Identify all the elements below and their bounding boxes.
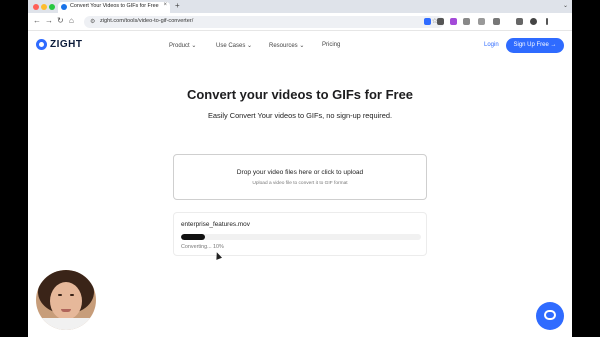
zight-favicon-icon xyxy=(61,4,67,10)
presenter-shirt xyxy=(36,318,96,330)
presenter-eye xyxy=(70,294,74,296)
chevron-down-icon: ⌄ xyxy=(247,43,253,49)
nav-product[interactable]: Product ⌄ xyxy=(169,42,196,49)
chevron-down-icon: ⌄ xyxy=(299,43,305,49)
file-name: enterprise_features.mov xyxy=(181,221,250,228)
tab-close-icon[interactable]: × xyxy=(163,2,167,8)
presenter-mouth xyxy=(61,309,71,312)
reload-icon[interactable]: ↻ xyxy=(57,16,64,25)
page-subtitle: Easily Convert Your videos to GIFs, no s… xyxy=(207,111,393,120)
tab-search-icon[interactable]: ⌄ xyxy=(563,2,568,9)
forward-icon[interactable]: → xyxy=(45,16,53,25)
sign-up-button[interactable]: Sign Up Free → xyxy=(506,38,564,53)
chat-bubble-icon xyxy=(544,310,556,320)
home-icon[interactable]: ⌂ xyxy=(69,16,74,25)
progress-fill xyxy=(181,234,205,240)
site-settings-icon[interactable]: ⚙ xyxy=(90,18,95,25)
webcam-bubble xyxy=(36,270,96,330)
dropzone-hint: Upload a video file to convert it to GIF… xyxy=(252,181,348,186)
nav-pricing[interactable]: Pricing xyxy=(322,42,340,48)
nav-resources[interactable]: Resources ⌄ xyxy=(269,42,304,49)
browser-tab[interactable]: Convert Your Videos to GIFs for Free × xyxy=(58,2,170,13)
login-link[interactable]: Login xyxy=(484,42,499,48)
chat-button[interactable] xyxy=(536,302,564,330)
minimize-window-icon[interactable] xyxy=(41,4,47,10)
side-panel-icon[interactable] xyxy=(493,18,500,25)
browser-menu-icon[interactable] xyxy=(546,18,548,25)
dropzone-title: Drop your video files here or click to u… xyxy=(236,169,364,176)
browser-window: Convert Your Videos to GIFs for Free × +… xyxy=(28,0,572,337)
back-icon[interactable]: ← xyxy=(33,16,41,25)
presenter-face xyxy=(50,282,82,320)
maximize-window-icon[interactable] xyxy=(49,4,55,10)
tab-title: Convert Your Videos to GIFs for Free xyxy=(70,3,159,9)
progress-bar xyxy=(181,234,421,240)
conversion-card: enterprise_features.mov Converting... 10… xyxy=(173,212,427,256)
site-header: ZIGHT Product ⌄ Use Cases ⌄ Resources ⌄ … xyxy=(28,31,572,59)
download-icon[interactable] xyxy=(516,18,523,25)
address-bar[interactable]: ⚙ zight.com/tools/video-to-gif-converter… xyxy=(84,16,444,28)
tab-bar: Convert Your Videos to GIFs for Free × +… xyxy=(28,0,572,13)
profile-avatar-icon[interactable] xyxy=(530,18,537,25)
close-window-icon[interactable] xyxy=(33,4,39,10)
extension-zight-icon[interactable] xyxy=(424,18,431,25)
url-text[interactable]: zight.com/tools/video-to-gif-converter/ xyxy=(100,18,193,24)
zight-logo-icon xyxy=(36,39,47,50)
extension-icon[interactable] xyxy=(437,18,444,25)
browser-toolbar: ← → ↻ ⌂ ⚙ zight.com/tools/video-to-gif-c… xyxy=(28,13,572,31)
upload-dropzone[interactable]: Drop your video files here or click to u… xyxy=(173,154,427,200)
chevron-down-icon: ⌄ xyxy=(191,43,197,49)
nav-use-cases[interactable]: Use Cases ⌄ xyxy=(216,42,252,49)
progress-status: Converting... 10% xyxy=(181,244,224,250)
extension-icon[interactable] xyxy=(463,18,470,25)
presenter-eye xyxy=(58,294,62,296)
zight-logo[interactable]: ZIGHT xyxy=(36,39,83,50)
extensions-puzzle-icon[interactable] xyxy=(478,18,485,25)
brand-name: ZIGHT xyxy=(50,39,83,50)
new-tab-icon[interactable]: + xyxy=(175,1,180,10)
extension-icon[interactable] xyxy=(450,18,457,25)
page-title: Convert your videos to GIFs for Free xyxy=(186,87,414,102)
